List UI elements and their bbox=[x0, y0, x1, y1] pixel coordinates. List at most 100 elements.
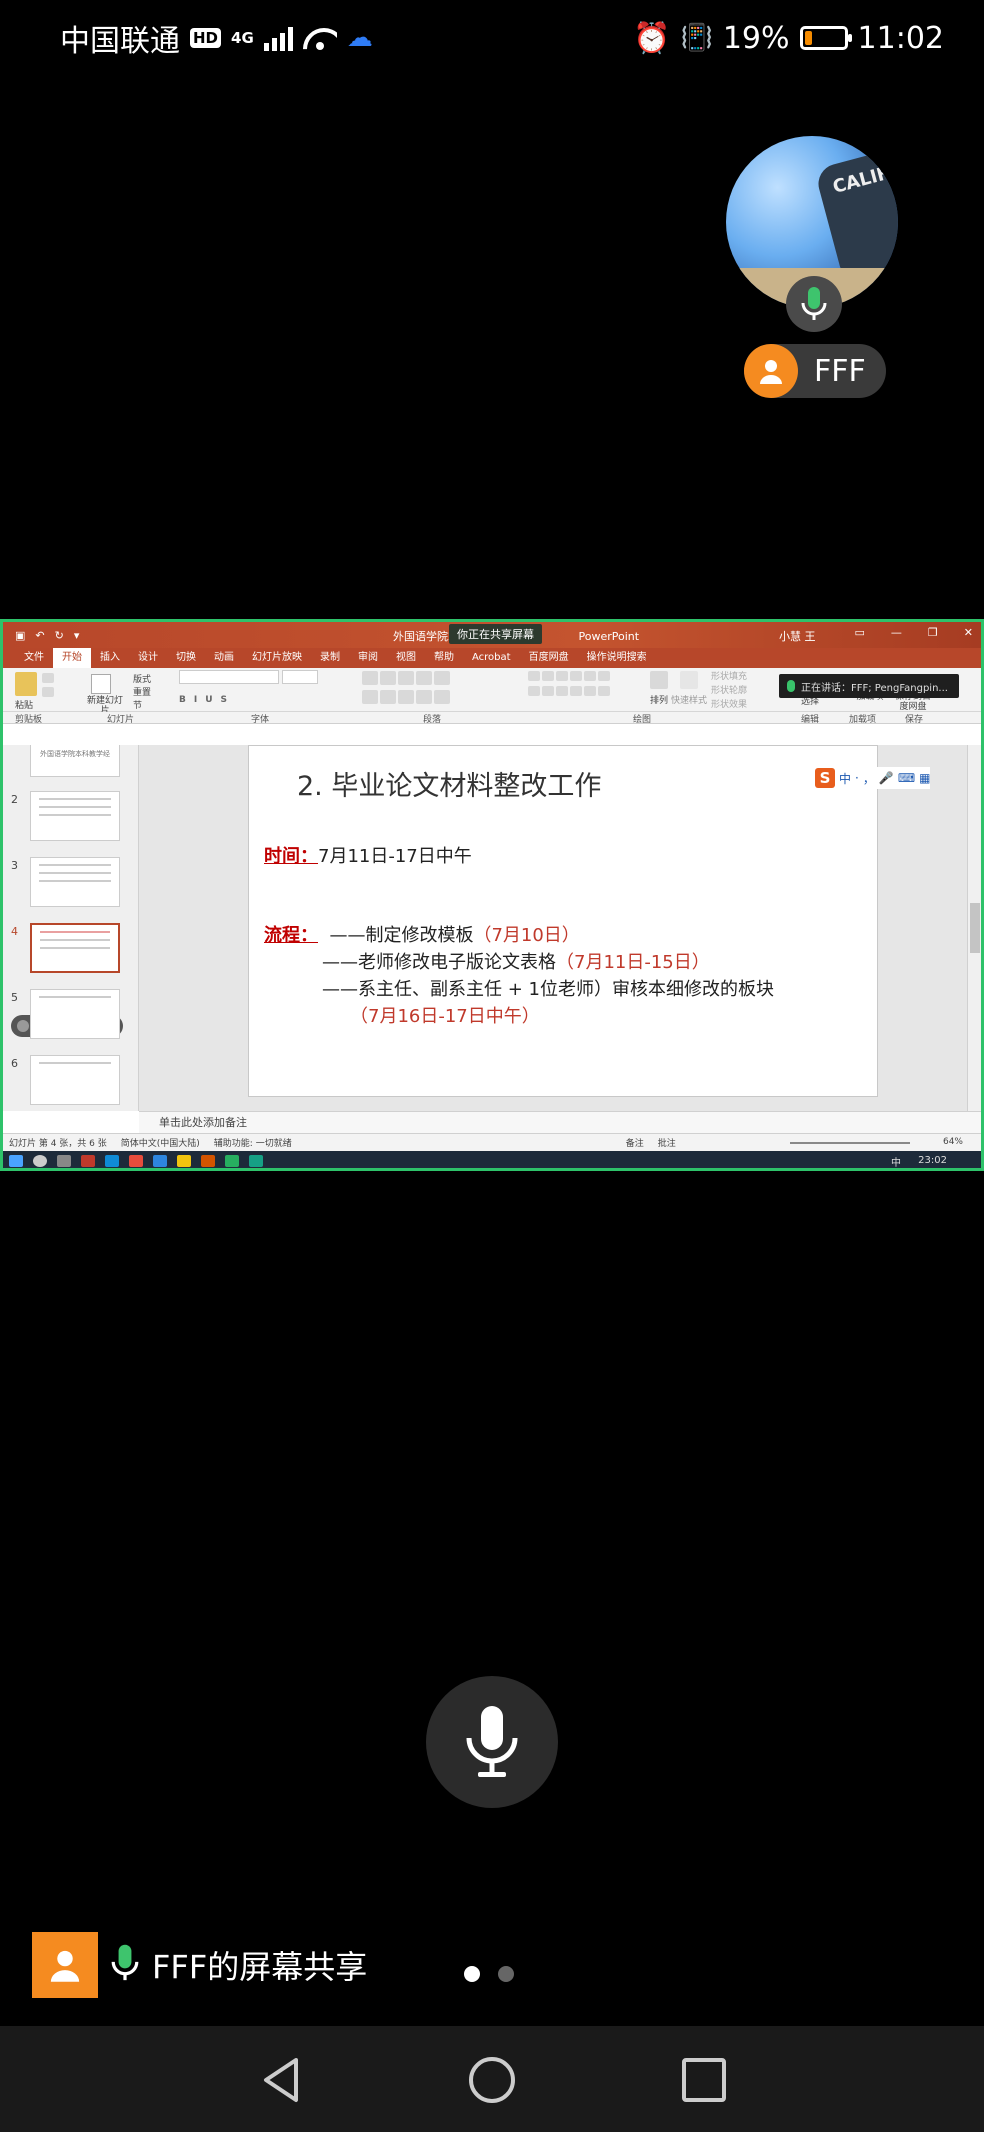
notes-toggle[interactable]: 备注 bbox=[626, 1136, 644, 1149]
ime-grid-icon[interactable]: ▦ bbox=[919, 771, 930, 785]
thumbnail-4[interactable] bbox=[30, 923, 120, 973]
thumbnail-number: 2 bbox=[11, 793, 18, 806]
font-size-select[interactable] bbox=[281, 670, 318, 684]
home-icon[interactable] bbox=[466, 2054, 518, 2106]
ribbon-tab[interactable]: 审阅 bbox=[349, 648, 387, 668]
tray-language[interactable]: 中 bbox=[891, 1154, 901, 1169]
shape-fill-button[interactable]: 形状填充 bbox=[711, 670, 775, 684]
save-icon[interactable]: ▣ bbox=[15, 629, 25, 642]
quick-styles-button[interactable]: 快速样式 bbox=[667, 670, 711, 711]
thumbnail-6[interactable] bbox=[30, 1055, 120, 1105]
microphone-icon bbox=[110, 1943, 140, 1987]
screen-share-label: FFF的屏幕共享 bbox=[32, 1932, 367, 1998]
page-dot[interactable] bbox=[498, 1966, 514, 1982]
thumbnail-1[interactable]: 外国语学院本科教学经 bbox=[30, 745, 120, 777]
ppt-status-bar: 幻灯片 第 4 张，共 6 张 简体中文(中国大陆) 辅助功能: 一切就绪 备注… bbox=[3, 1133, 981, 1151]
search-icon[interactable] bbox=[33, 1155, 47, 1167]
paste-icon[interactable] bbox=[15, 672, 37, 696]
account-name[interactable]: 小慧 王 bbox=[779, 628, 816, 644]
slide-flow: 流程： ——制定修改模板（7月10日） ——老师修改电子版论文表格（7月11日-… bbox=[264, 925, 774, 1027]
font-name-select[interactable] bbox=[179, 670, 279, 684]
ribbon-tab[interactable]: 插入 bbox=[91, 648, 129, 668]
slide-scrollbar[interactable] bbox=[967, 745, 981, 1111]
back-icon[interactable] bbox=[256, 2054, 308, 2106]
ribbon-tab[interactable]: 幻灯片放映 bbox=[243, 648, 311, 668]
app-icon[interactable] bbox=[81, 1155, 95, 1167]
zoom-level[interactable]: 64% bbox=[943, 1137, 963, 1147]
ribbon-tab[interactable]: 帮助 bbox=[425, 648, 463, 668]
shape-effects-button[interactable]: 形状效果 bbox=[711, 698, 775, 712]
battery-icon bbox=[799, 26, 852, 50]
section-button[interactable]: 节 bbox=[133, 698, 142, 711]
shape-format-group: 形状填充 形状轮廓 形状效果 bbox=[711, 670, 775, 711]
edge-icon[interactable] bbox=[105, 1155, 119, 1167]
slide-title: 2. 毕业论文材料整改工作 bbox=[297, 771, 602, 802]
status-bar: 中国联通 HD 4G ☁ ⏰ 📳 19% 11:02 bbox=[0, 0, 984, 76]
sogou-icon[interactable]: S bbox=[815, 768, 835, 788]
minimize-icon[interactable]: — bbox=[891, 626, 902, 639]
alarm-icon: ⏰ bbox=[633, 20, 671, 56]
clipboard-group: 粘贴 bbox=[11, 670, 61, 711]
layout-button[interactable]: 版式 bbox=[133, 672, 151, 685]
language-status[interactable]: 简体中文(中国大陆) bbox=[121, 1136, 200, 1149]
ribbon-tab[interactable]: 切换 bbox=[167, 648, 205, 668]
thumbnail-number: 4 bbox=[11, 925, 18, 938]
app-icon[interactable] bbox=[129, 1155, 143, 1167]
thumbnail-2[interactable] bbox=[30, 791, 120, 841]
current-slide[interactable]: 2. 毕业论文材料整改工作 时间：7月11日-17日中午 流程： ——制定修改模… bbox=[248, 745, 878, 1097]
app-icon[interactable] bbox=[249, 1155, 263, 1167]
customize-icon[interactable]: ▾ bbox=[74, 629, 80, 642]
comments-toggle[interactable]: 批注 bbox=[658, 1136, 676, 1149]
ribbon-tab[interactable]: 开始 bbox=[53, 648, 91, 668]
font-group: BIUS bbox=[179, 670, 349, 711]
windows-start-icon[interactable] bbox=[9, 1155, 23, 1167]
restore-icon[interactable]: ❐ bbox=[928, 626, 938, 639]
ribbon-tab[interactable]: 录制 bbox=[311, 648, 349, 668]
ime-mic-icon[interactable]: 🎤 bbox=[879, 771, 894, 785]
ime-toolbar[interactable]: S 中 · ， 🎤 ⌨ ▦ bbox=[815, 767, 931, 789]
close-icon[interactable]: ✕ bbox=[964, 626, 973, 639]
shape-outline-button[interactable]: 形状轮廓 bbox=[711, 684, 775, 698]
redo-icon[interactable]: ↻ bbox=[55, 629, 64, 642]
vibrate-icon: 📳 bbox=[680, 23, 713, 53]
accessibility-status[interactable]: 辅助功能: 一切就绪 bbox=[214, 1136, 292, 1149]
undo-icon[interactable]: ↶ bbox=[35, 629, 44, 642]
file-explorer-icon[interactable] bbox=[177, 1155, 191, 1167]
app-icon[interactable] bbox=[153, 1155, 167, 1167]
reset-button[interactable]: 重置 bbox=[133, 685, 151, 698]
ribbon-tab[interactable]: Acrobat bbox=[463, 648, 520, 668]
thumbnail-number: 5 bbox=[11, 991, 18, 1004]
mute-button[interactable] bbox=[426, 1676, 558, 1808]
shared-screen[interactable]: ▣ ↶ ↻ ▾ 外国语学院2 PowerPoint 你正在共享屏幕 小慧 王 ▭… bbox=[0, 619, 984, 1171]
ribbon-options-icon[interactable]: ▭ bbox=[855, 626, 865, 639]
speaking-indicator: 正在讲话：FFF; PengFangpin... bbox=[779, 674, 959, 698]
ribbon-tab[interactable]: 百度网盘 bbox=[520, 648, 578, 668]
font-format-buttons[interactable]: BIUS bbox=[179, 695, 349, 705]
signal-icon bbox=[263, 25, 293, 51]
ribbon-tab[interactable]: 文件 bbox=[15, 648, 53, 668]
taskbar-clock[interactable]: 23:02 bbox=[918, 1155, 947, 1166]
task-view-icon[interactable] bbox=[57, 1155, 71, 1167]
zoom-slider[interactable] bbox=[789, 1141, 910, 1144]
ribbon-tab[interactable]: 操作说明搜索 bbox=[578, 648, 656, 668]
new-slide-icon[interactable] bbox=[91, 674, 111, 694]
recent-apps-icon[interactable] bbox=[678, 2054, 730, 2106]
wechat-icon[interactable] bbox=[225, 1155, 239, 1167]
notes-pane[interactable]: 单击此处添加备注 bbox=[139, 1111, 981, 1133]
person-icon bbox=[744, 344, 798, 398]
shapes-gallery[interactable] bbox=[527, 670, 627, 711]
ppt-titlebar: ▣ ↶ ↻ ▾ 外国语学院2 PowerPoint 你正在共享屏幕 小慧 王 ▭… bbox=[3, 622, 981, 648]
ribbon-tab[interactable]: 视图 bbox=[387, 648, 425, 668]
paste-button[interactable]: 粘贴 bbox=[15, 698, 33, 711]
thumbnail-5[interactable] bbox=[30, 989, 120, 1039]
sharing-banner[interactable]: 你正在共享屏幕 bbox=[449, 624, 542, 644]
ppt-workspace: 外国语学院本科教学经 2 3 4 说点什么... 5 6 2. 毕业论文材料整改… bbox=[3, 745, 981, 1133]
thumbnail-3[interactable] bbox=[30, 857, 120, 907]
powerpoint-icon[interactable] bbox=[201, 1155, 215, 1167]
ime-keyboard-icon[interactable]: ⌨ bbox=[898, 771, 915, 785]
thumbnail-number: 3 bbox=[11, 859, 18, 872]
participant-name-pill[interactable]: FFF bbox=[744, 344, 886, 398]
page-dot[interactable] bbox=[464, 1966, 480, 1982]
ribbon-tab[interactable]: 动画 bbox=[205, 648, 243, 668]
ribbon-tab[interactable]: 设计 bbox=[129, 648, 167, 668]
